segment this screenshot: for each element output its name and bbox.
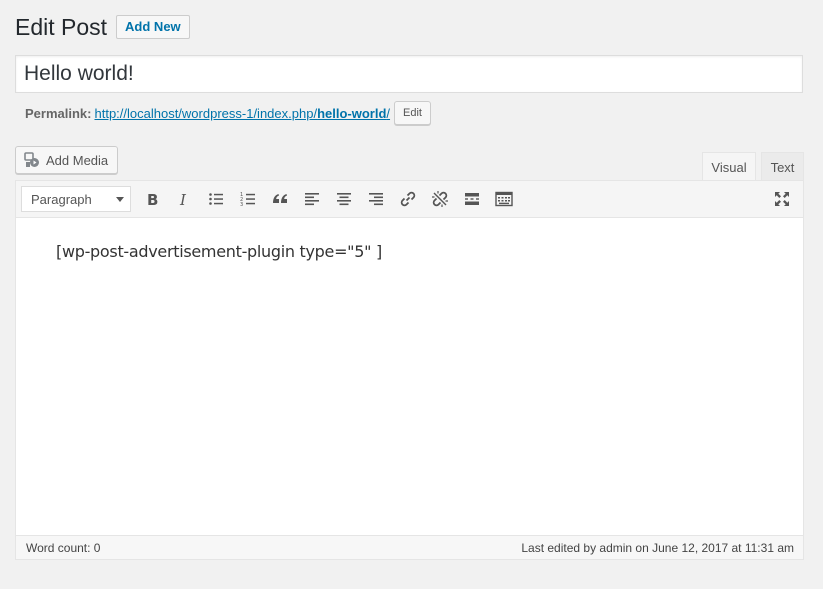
tab-text[interactable]: Text xyxy=(761,152,804,181)
italic-button[interactable]: I xyxy=(168,185,200,213)
align-right-button[interactable] xyxy=(360,185,392,213)
read-more-icon xyxy=(465,193,479,205)
bold-button[interactable]: B xyxy=(136,185,168,213)
svg-text:I: I xyxy=(179,191,187,207)
page-title: Edit Post xyxy=(15,14,108,40)
format-select-value: Paragraph xyxy=(31,191,92,207)
svg-text:3: 3 xyxy=(240,202,243,207)
svg-text:B: B xyxy=(147,191,158,207)
permalink-trailing: / xyxy=(386,105,391,121)
bulleted-list-icon xyxy=(209,193,223,205)
editor-toolbar: Paragraph B I 1 2 3 xyxy=(16,181,803,218)
read-more-button[interactable] xyxy=(456,185,488,213)
toolbar-toggle-icon xyxy=(495,191,513,207)
add-media-button[interactable]: Add Media xyxy=(15,146,119,174)
permalink-label: Permalink: xyxy=(25,105,92,121)
add-new-button[interactable]: Add New xyxy=(116,15,190,39)
permalink-link[interactable]: http://localhost/wordpress-1/index.php/h… xyxy=(94,106,390,121)
last-edited: Last edited by admin on June 12, 2017 at… xyxy=(521,540,794,555)
remove-link-button[interactable] xyxy=(424,185,456,213)
post-title-input[interactable]: Hello world! xyxy=(15,55,803,93)
editor: Paragraph B I 1 2 3 [wp-post-advertiseme… xyxy=(15,180,804,560)
align-left-button[interactable] xyxy=(296,185,328,213)
editor-content[interactable]: [wp-post-advertisement-plugin type="5" ] xyxy=(16,218,803,535)
insert-link-button[interactable] xyxy=(392,185,424,213)
numbered-list-icon: 1 2 3 xyxy=(240,192,255,207)
permalink-slug: hello-world xyxy=(317,105,387,121)
align-center-button[interactable] xyxy=(328,185,360,213)
format-select[interactable]: Paragraph xyxy=(21,186,131,212)
media-icon xyxy=(24,152,39,167)
fullscreen-icon xyxy=(775,192,789,206)
bold-icon: B xyxy=(147,191,158,207)
align-center-icon xyxy=(337,193,351,206)
italic-icon: I xyxy=(179,191,187,207)
add-media-label: Add Media xyxy=(46,152,109,168)
editor-status-bar: Word count: 0 Last edited by admin on Ju… xyxy=(16,535,803,559)
align-left-icon xyxy=(305,193,319,206)
blockquote-icon xyxy=(273,194,287,203)
bulleted-list-button[interactable] xyxy=(200,185,232,213)
page-heading: Edit Post Add New xyxy=(15,12,190,42)
tab-visual[interactable]: Visual xyxy=(702,152,756,181)
blockquote-button[interactable] xyxy=(264,185,296,213)
align-right-icon xyxy=(369,193,383,206)
chevron-down-icon xyxy=(116,197,124,202)
toolbar-toggle-button[interactable] xyxy=(488,185,520,213)
remove-link-icon xyxy=(432,191,448,207)
fullscreen-button[interactable] xyxy=(766,185,798,213)
insert-link-icon xyxy=(400,191,416,207)
edit-slug-button[interactable]: Edit xyxy=(394,101,431,125)
word-count: Word count: 0 xyxy=(26,540,101,555)
permalink-row: Permalink: http://localhost/wordpress-1/… xyxy=(25,101,431,125)
numbered-list-button[interactable]: 1 2 3 xyxy=(232,185,264,213)
permalink-base: http://localhost/wordpress-1/index.php/ xyxy=(94,105,318,121)
